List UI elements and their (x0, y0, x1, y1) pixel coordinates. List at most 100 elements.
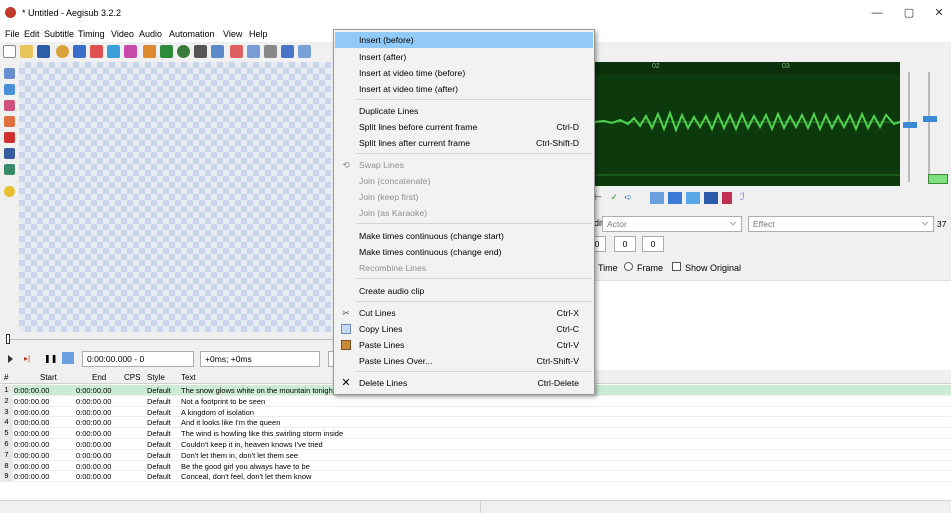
menu-join-karaoke: Join (as Karaoke) (359, 208, 428, 218)
margin-r-field[interactable]: 0 (614, 236, 636, 252)
menu-insert-after[interactable]: Insert (after) (335, 49, 593, 65)
row-start: 0:00:00.00 (14, 386, 50, 395)
kanji-timer-icon[interactable] (211, 45, 224, 58)
table-row[interactable]: 6 0:00:00.00 0:00:00.00 Default Couldn't kee… (0, 439, 951, 450)
clip-tool-icon[interactable] (4, 148, 15, 159)
open-folder-icon[interactable] (20, 45, 33, 58)
video-offset-field[interactable]: +0ms; +0ms (200, 351, 320, 367)
menu-join-keep-first: Join (keep first) (359, 192, 419, 202)
rotate-z-tool-icon[interactable] (4, 100, 15, 111)
video-time-field[interactable]: 0:00:00.000 - 0 (82, 351, 194, 367)
close-button[interactable]: ✕ (930, 6, 948, 20)
open-video-icon[interactable] (56, 45, 69, 58)
attachments-icon[interactable] (90, 45, 103, 58)
standard-tool-icon[interactable] (4, 68, 15, 79)
timing-post-processor-icon[interactable] (194, 45, 207, 58)
find-icon[interactable] (281, 45, 294, 58)
menu-subtitle[interactable]: Subtitle (44, 29, 74, 39)
spellcheck-icon[interactable]: ℐ (740, 192, 745, 203)
menu-split-after[interactable]: Split lines after current frame Ctrl-Shif… (335, 135, 593, 151)
tool-icon-1[interactable] (650, 192, 664, 204)
menu-delete-lines[interactable]: ✕ Delete Lines Ctrl-Delete (335, 375, 593, 391)
menu-video[interactable]: Video (111, 29, 134, 39)
resample-icon[interactable] (177, 45, 190, 58)
margin-v-field[interactable]: 0 (642, 236, 664, 252)
actor-dropdown-icon[interactable]: ⌵ (730, 218, 736, 228)
menu-timing[interactable]: Timing (78, 29, 105, 39)
subtitle-text-editor[interactable] (594, 280, 951, 370)
automation-icon[interactable] (143, 45, 156, 58)
spell-check-icon[interactable] (230, 45, 243, 58)
menu-audio[interactable]: Audio (139, 29, 162, 39)
actor-field[interactable]: Actor (602, 216, 742, 232)
video-seek-slider[interactable] (4, 334, 334, 344)
title-bar: * Untitled - Aegisub 3.2.2 — ▢ ✕ (0, 0, 951, 26)
table-row[interactable]: 5 0:00:00.00 0:00:00.00 Default The wind is … (0, 428, 951, 439)
vector-clip-tool-icon[interactable] (4, 164, 15, 175)
properties-icon[interactable] (124, 45, 137, 58)
menu-automation[interactable]: Automation (169, 29, 215, 39)
new-file-icon[interactable] (3, 45, 16, 58)
menu-help[interactable]: Help (249, 29, 268, 39)
menu-insert-video-before[interactable]: Insert at video time (before) (335, 65, 593, 81)
tool-icon-5[interactable] (722, 192, 732, 204)
table-row[interactable]: 9 0:00:00.00 0:00:00.00 Default Conceal, don… (0, 471, 951, 483)
menu-create-audio-clip[interactable]: Create audio clip (335, 283, 593, 299)
scale-tool-icon[interactable] (4, 132, 15, 143)
autoscroll-icon[interactable] (62, 352, 74, 364)
frame-radio-label: Frame (637, 263, 664, 273)
commit-icon[interactable]: ✓ (610, 192, 618, 202)
playback-icon[interactable]: ⊢ (594, 192, 602, 202)
menu-paste-lines-over[interactable]: Paste Lines Over... Ctrl-Shift-V (335, 353, 593, 369)
row-style: Default (147, 472, 171, 482)
play-icon[interactable] (8, 355, 13, 363)
menu-copy-lines[interactable]: Copy Lines Ctrl-C (335, 321, 593, 337)
video-display[interactable] (19, 62, 331, 332)
fonts-collector-icon[interactable] (107, 45, 120, 58)
show-original-checkbox[interactable] (672, 262, 681, 271)
menu-split-before[interactable]: Split lines before current frame Ctrl-D (335, 119, 593, 135)
frame-radio-button[interactable] (624, 262, 633, 271)
tool-icon-3[interactable] (686, 192, 700, 204)
save-icon[interactable] (37, 45, 50, 58)
help-icon[interactable] (4, 186, 15, 197)
effect-field[interactable]: Effect (748, 216, 934, 232)
table-row[interactable]: 8 0:00:00.00 0:00:00.00 Default Be the good … (0, 460, 951, 472)
minimize-button[interactable]: — (868, 6, 886, 20)
menu-insert-video-after[interactable]: Insert at video time (after) (335, 81, 593, 97)
row-end: 0:00:00.00 (76, 440, 112, 449)
menu-duplicate-lines[interactable]: Duplicate Lines (335, 103, 593, 119)
menu-view[interactable]: View (223, 29, 242, 39)
assistant-icon[interactable] (247, 45, 260, 58)
menu-edit[interactable]: Edit (24, 29, 40, 39)
row-number: 9 (0, 471, 13, 482)
link-toggle-icon[interactable] (928, 174, 948, 184)
menu-file[interactable]: File (5, 29, 20, 39)
find-replace-icon[interactable] (298, 45, 311, 58)
menu-paste-lines[interactable]: Paste Lines Ctrl-V (335, 337, 593, 353)
zoom-slider-thumb[interactable] (903, 122, 917, 128)
volume-slider-thumb[interactable] (923, 116, 937, 122)
tool-icon-4[interactable] (704, 192, 718, 204)
layer-field[interactable]: 37 (937, 219, 946, 229)
stop-icon[interactable]: ❚❚ (44, 354, 57, 363)
table-row[interactable]: 7 0:00:00.00 0:00:00.00 Default Don't let th… (0, 449, 951, 461)
table-row[interactable]: 3 0:00:00.00 0:00:00.00 Default A kingdom of… (0, 406, 951, 418)
options-icon[interactable] (264, 45, 277, 58)
menu-continuous-start[interactable]: Make times continuous (change start) (335, 228, 593, 244)
maximize-button[interactable]: ▢ (900, 6, 918, 20)
menu-cut-lines[interactable]: ✂ Cut Lines Ctrl-X (335, 305, 593, 321)
effect-dropdown-icon[interactable]: ⌵ (922, 218, 928, 228)
tool-icon-2[interactable] (668, 192, 682, 204)
menu-insert-before[interactable]: Insert (before) (335, 32, 593, 48)
drag-tool-icon[interactable] (4, 84, 15, 95)
rotate-xy-tool-icon[interactable] (4, 116, 15, 127)
menu-continuous-end[interactable]: Make times continuous (change end) (335, 244, 593, 260)
next-line-icon[interactable]: ➪ (624, 192, 632, 202)
time-radio[interactable]: Time (598, 263, 618, 273)
table-row[interactable]: 4 0:00:00.00 0:00:00.00 Default And it looks… (0, 417, 951, 429)
play-line-icon[interactable]: ▸| (24, 354, 30, 363)
translation-icon[interactable] (160, 45, 173, 58)
styles-manager-icon[interactable] (73, 45, 86, 58)
table-row[interactable]: 2 0:00:00.00 0:00:00.00 Default Not a footpr… (0, 395, 951, 407)
